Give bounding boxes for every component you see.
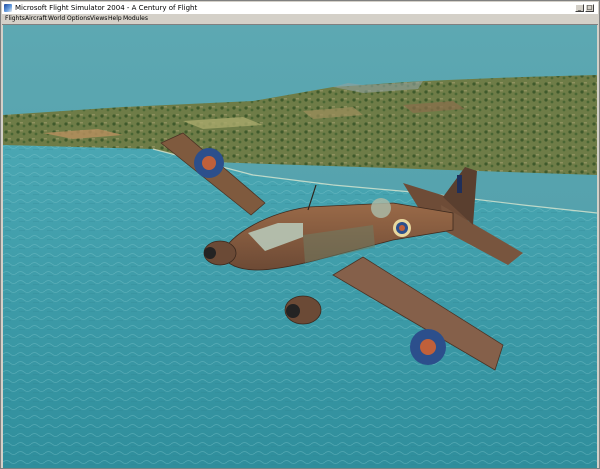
menu-options[interactable]: Options	[67, 14, 90, 24]
menu-modules[interactable]: Modules	[123, 14, 148, 24]
menu-world[interactable]: World	[48, 14, 65, 24]
menu-aircraft[interactable]: Aircraft	[25, 14, 47, 24]
menu-help[interactable]: Help	[108, 14, 122, 24]
window-title: Microsoft Flight Simulator 2004 - A Cent…	[15, 4, 198, 12]
maximize-button[interactable]: □	[585, 4, 594, 12]
flight-sim-app-icon[interactable]	[4, 4, 12, 12]
app-window: Microsoft Flight Simulator 2004 - A Cent…	[0, 0, 600, 469]
minimize-button[interactable]: _	[575, 4, 584, 12]
menu-bar: Flights Aircraft World Options Views Hel…	[2, 14, 598, 25]
flight-viewport[interactable]	[3, 25, 597, 468]
menu-views[interactable]: Views	[90, 14, 107, 24]
menu-flights[interactable]: Flights	[5, 14, 25, 24]
scenery-view	[3, 25, 597, 468]
